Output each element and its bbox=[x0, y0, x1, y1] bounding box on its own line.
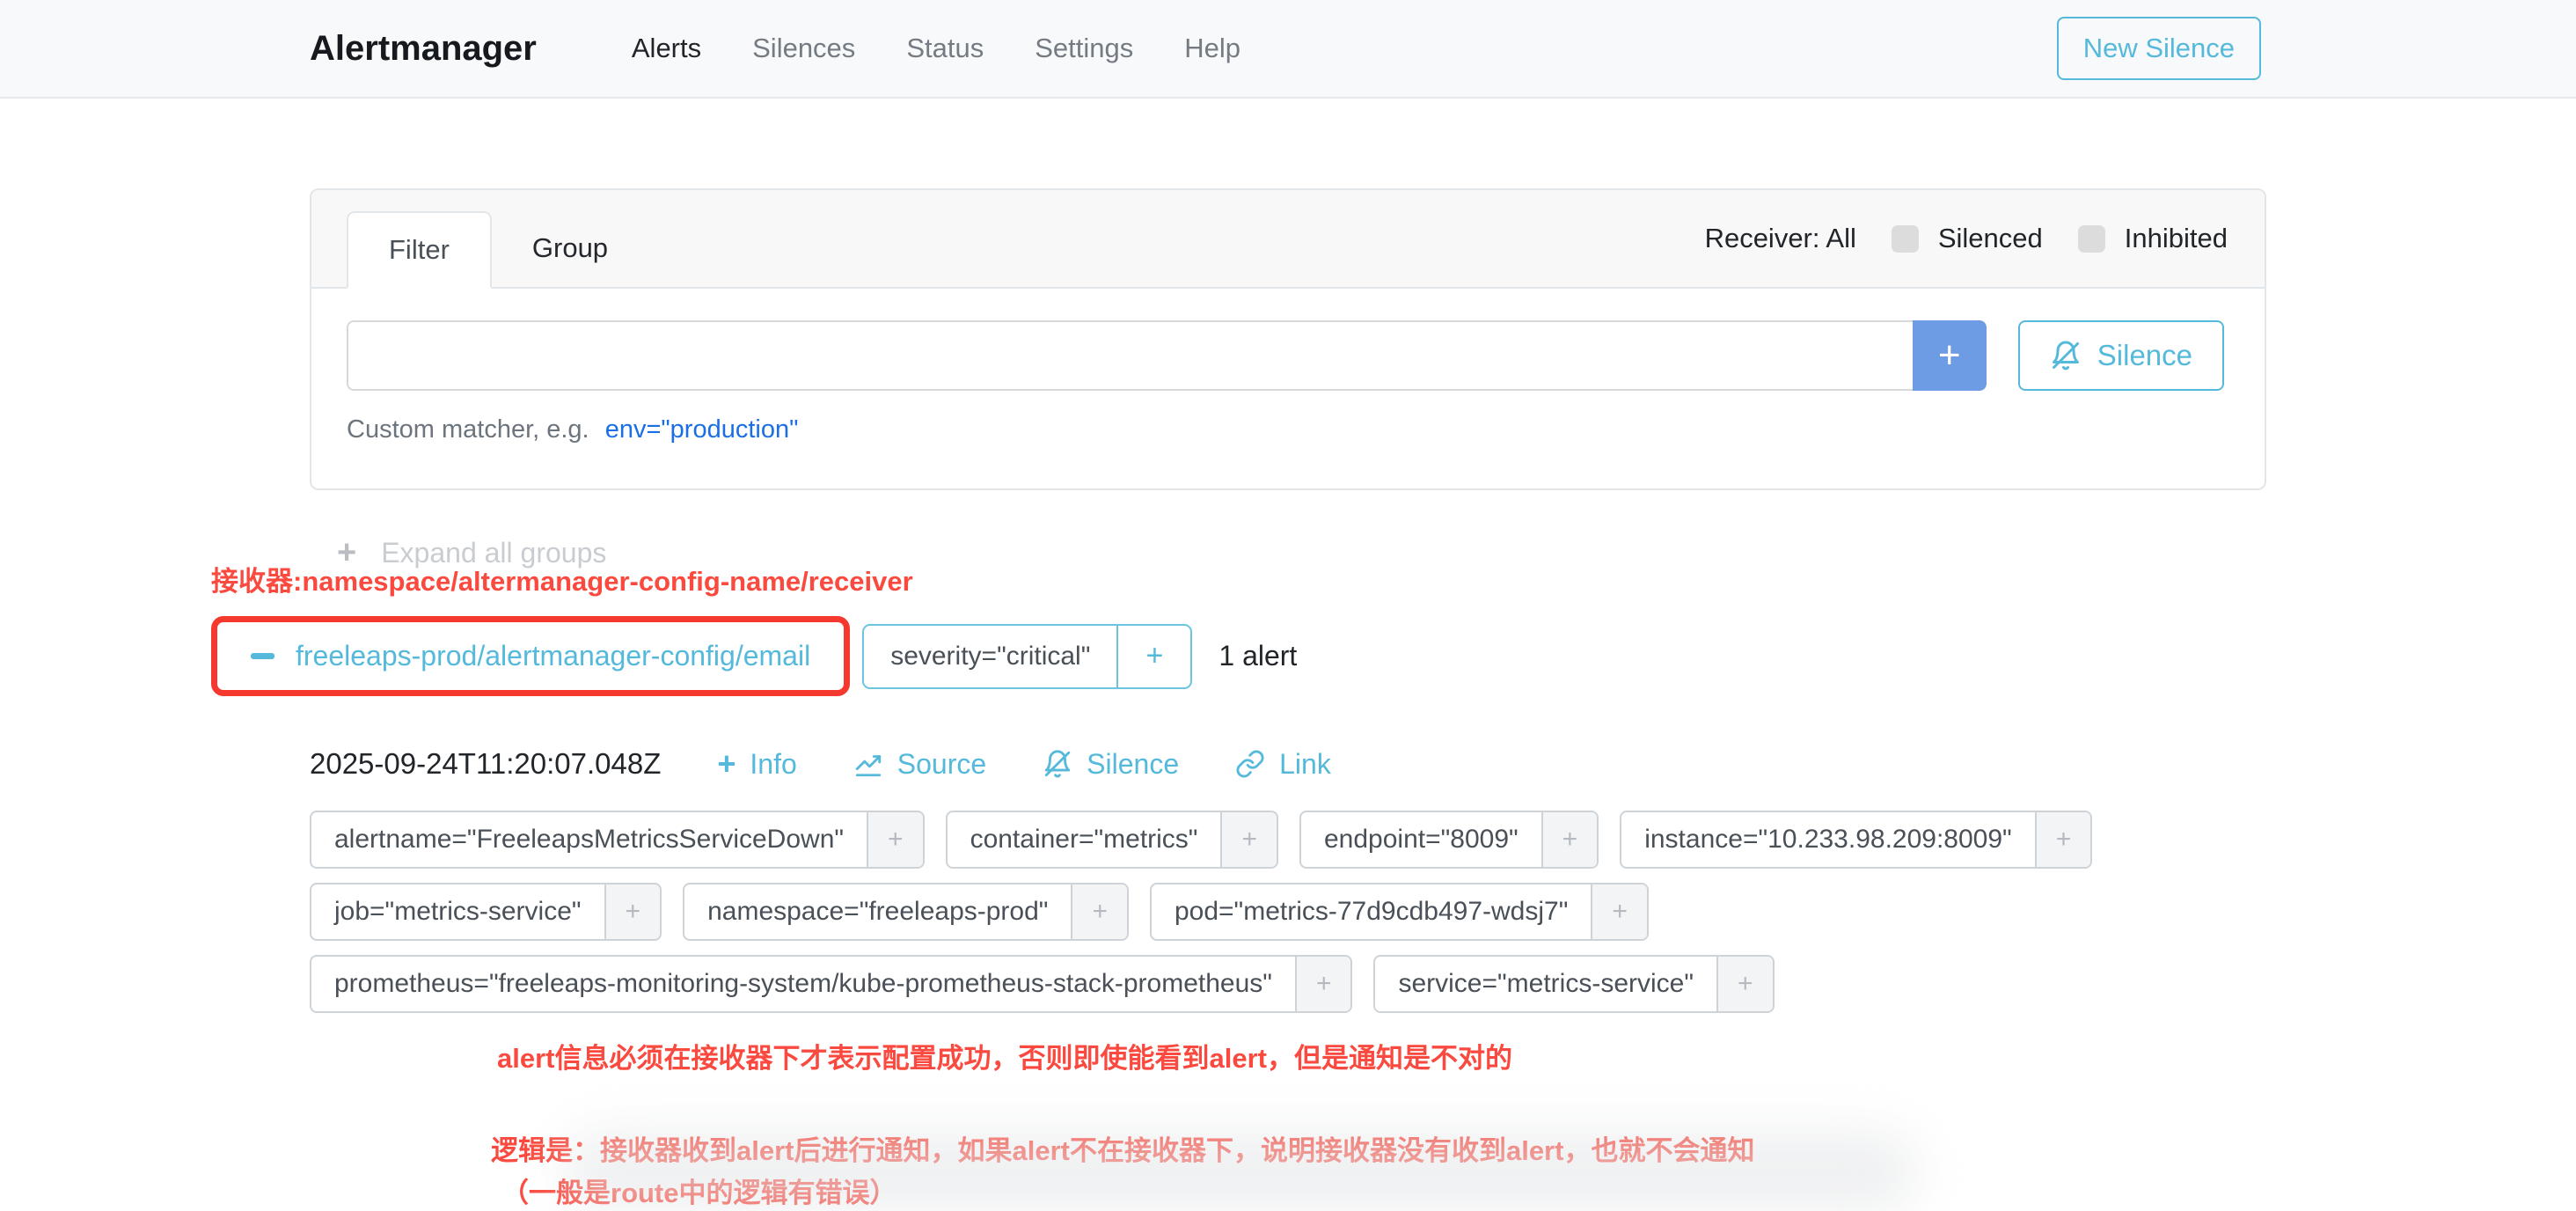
info-button-label: Info bbox=[750, 748, 796, 781]
app-brand[interactable]: Alertmanager bbox=[310, 29, 537, 69]
label-chip-text: namespace="freeleaps-prod" bbox=[684, 884, 1071, 939]
label-chip: job="metrics-service" + bbox=[310, 883, 662, 941]
minus-icon bbox=[251, 653, 274, 659]
alert-labels: alertname="FreeleapsMetricsServiceDown" … bbox=[310, 811, 2298, 1013]
label-chip: prometheus="freeleaps-monitoring-system/… bbox=[310, 955, 1352, 1013]
filter-card: Filter Group Receiver: All Silenced Inhi… bbox=[310, 188, 2266, 490]
inhibited-checkbox-item[interactable]: Inhibited bbox=[2078, 223, 2228, 254]
label-chip-text: container="metrics" bbox=[948, 812, 1221, 867]
label-chip-text: service="metrics-service" bbox=[1375, 957, 1716, 1011]
label-add-button[interactable]: + bbox=[1295, 957, 1351, 1011]
label-chip-text: alertname="FreeleapsMetricsServiceDown" bbox=[311, 812, 867, 867]
annotation-config-note: alert信息必须在接收器下才表示配置成功，否则即使能看到alert，但是通知是… bbox=[497, 1036, 2576, 1075]
label-chip-text: pod="metrics-77d9cdb497-wdsj7" bbox=[1152, 884, 1591, 939]
label-add-button[interactable]: + bbox=[1591, 884, 1647, 939]
chart-line-icon bbox=[853, 749, 883, 779]
nav-link-status[interactable]: Status bbox=[906, 33, 984, 64]
label-chip: container="metrics" + bbox=[946, 811, 1278, 869]
plus-icon: + bbox=[717, 748, 735, 780]
group-matcher-add-button[interactable]: + bbox=[1116, 626, 1190, 687]
label-chip: pod="metrics-77d9cdb497-wdsj7" + bbox=[1150, 883, 1649, 941]
inhibited-checkbox[interactable] bbox=[2078, 225, 2105, 253]
silence-alert-button[interactable]: Silence bbox=[1043, 748, 1179, 781]
matcher-hint: Custom matcher, e.g. env="production" bbox=[347, 415, 2224, 444]
label-chip: namespace="freeleaps-prod" + bbox=[683, 883, 1129, 941]
matcher-input-group: + bbox=[347, 320, 1987, 391]
silenced-checkbox[interactable] bbox=[1892, 225, 1919, 253]
annotation-receiver-note: 接收器:namespace/altermanager-config-name/r… bbox=[211, 559, 2576, 598]
silence-button-label: Silence bbox=[2097, 339, 2192, 372]
label-chip-text: job="metrics-service" bbox=[311, 884, 604, 939]
label-chip: alertname="FreeleapsMetricsServiceDown" … bbox=[310, 811, 925, 869]
tab-filter[interactable]: Filter bbox=[347, 211, 492, 289]
chain-link-icon bbox=[1235, 749, 1265, 779]
filter-card-body: + Silence Custom matcher, e.g. env="prod… bbox=[311, 289, 2265, 488]
new-silence-button[interactable]: New Silence bbox=[2057, 17, 2261, 80]
group-matcher: severity="critical" + bbox=[862, 624, 1192, 689]
label-chip: service="metrics-service" + bbox=[1373, 955, 1774, 1013]
label-add-button[interactable]: + bbox=[1220, 812, 1277, 867]
matcher-input-row: + Silence bbox=[347, 320, 2224, 391]
label-add-button[interactable]: + bbox=[867, 812, 923, 867]
group-matcher-label[interactable]: severity="critical" bbox=[864, 626, 1116, 687]
label-add-button[interactable]: + bbox=[1071, 884, 1127, 939]
label-add-button[interactable]: + bbox=[604, 884, 661, 939]
nav-link-settings[interactable]: Settings bbox=[1035, 33, 1133, 64]
tab-group[interactable]: Group bbox=[492, 211, 648, 289]
alert-link-label: Link bbox=[1279, 748, 1331, 781]
add-matcher-button[interactable]: + bbox=[1913, 320, 1987, 391]
bottom-edge-shadow bbox=[563, 1132, 1918, 1211]
nav-link-help[interactable]: Help bbox=[1184, 33, 1240, 64]
annotation-highlight-box: freeleaps-prod/alertmanager-config/email bbox=[211, 616, 850, 696]
silence-alert-label: Silence bbox=[1087, 748, 1179, 781]
matcher-example-link[interactable]: env="production" bbox=[605, 415, 799, 444]
label-add-button[interactable]: + bbox=[1541, 812, 1598, 867]
label-chip-text: prometheus="freeleaps-monitoring-system/… bbox=[311, 957, 1295, 1011]
label-chip-text: endpoint="8009" bbox=[1301, 812, 1541, 867]
bell-slash-icon bbox=[2050, 340, 2082, 371]
alert-header-row: 2025-09-24T11:20:07.048Z + Info Source S… bbox=[310, 747, 2576, 781]
silenced-checkbox-item[interactable]: Silenced bbox=[1892, 223, 2043, 254]
inhibited-checkbox-label: Inhibited bbox=[2125, 223, 2228, 254]
label-add-button[interactable]: + bbox=[2035, 812, 2091, 867]
alert-link[interactable]: Link bbox=[1235, 748, 1331, 781]
receiver-group-button[interactable]: freeleaps-prod/alertmanager-config/email bbox=[224, 628, 837, 685]
receiver-filter[interactable]: Receiver: All bbox=[1705, 223, 1856, 254]
alert-group-row: freeleaps-prod/alertmanager-config/email… bbox=[211, 616, 2576, 696]
navbar: Alertmanager Alerts Silences Status Sett… bbox=[0, 0, 2576, 99]
nav-link-alerts[interactable]: Alerts bbox=[632, 33, 701, 64]
info-button[interactable]: + Info bbox=[717, 748, 796, 781]
label-chip-text: instance="10.233.98.209:8009" bbox=[1621, 812, 2034, 867]
receiver-group-name: freeleaps-prod/alertmanager-config/email bbox=[296, 640, 810, 672]
alert-timestamp: 2025-09-24T11:20:07.048Z bbox=[310, 747, 661, 781]
silence-button[interactable]: Silence bbox=[2018, 320, 2224, 391]
source-link-label: Source bbox=[897, 748, 986, 781]
label-chip: instance="10.233.98.209:8009" + bbox=[1620, 811, 2092, 869]
matcher-hint-text: Custom matcher, e.g. bbox=[347, 415, 589, 444]
filter-card-header: Filter Group Receiver: All Silenced Inhi… bbox=[311, 190, 2265, 289]
label-chip: endpoint="8009" + bbox=[1299, 811, 1599, 869]
bell-slash-icon bbox=[1043, 749, 1072, 779]
source-link[interactable]: Source bbox=[853, 748, 986, 781]
filter-header-controls: Receiver: All Silenced Inhibited bbox=[1705, 223, 2228, 254]
alert-count: 1 alert bbox=[1218, 640, 1297, 672]
nav-link-silences[interactable]: Silences bbox=[752, 33, 855, 64]
matcher-input[interactable] bbox=[347, 320, 1913, 391]
filter-tabs: Filter Group bbox=[347, 211, 648, 289]
label-add-button[interactable]: + bbox=[1716, 957, 1773, 1011]
silenced-checkbox-label: Silenced bbox=[1938, 223, 2043, 254]
